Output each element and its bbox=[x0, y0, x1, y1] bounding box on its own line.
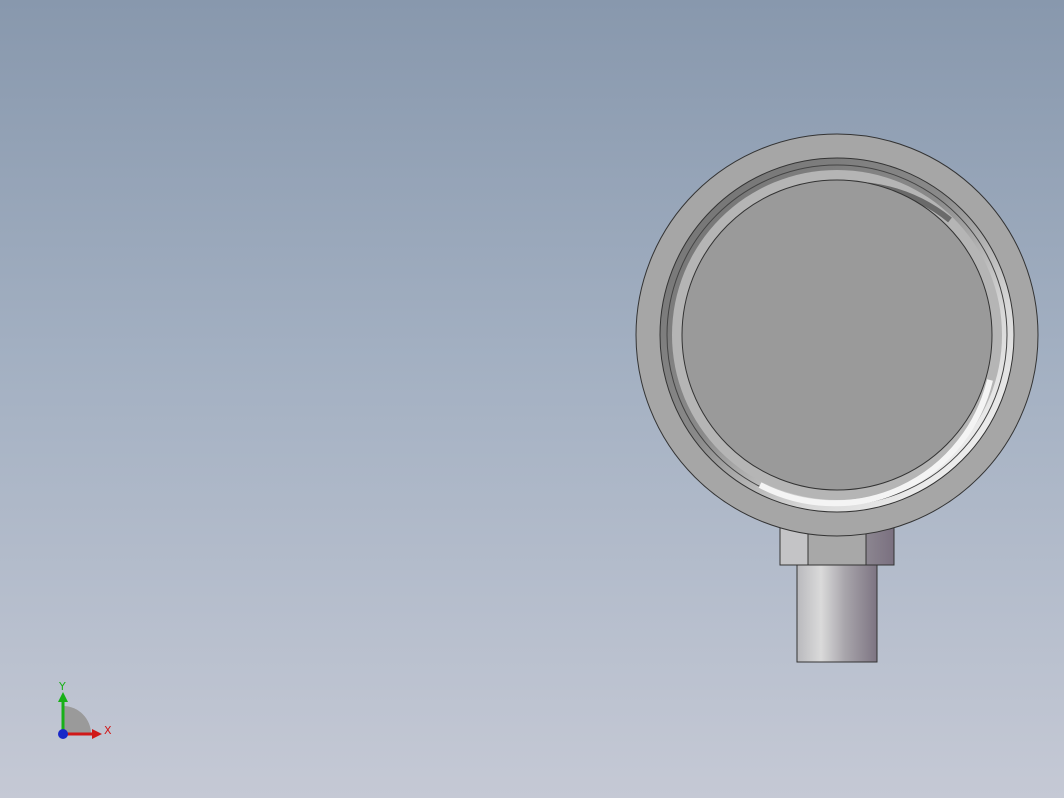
x-arrowhead-icon bbox=[92, 729, 102, 739]
stem[interactable] bbox=[796, 564, 878, 663]
gauge-model[interactable] bbox=[0, 0, 1064, 798]
x-axis-label: X bbox=[104, 724, 112, 737]
gauge-face[interactable] bbox=[681, 179, 993, 491]
z-axis-dot-icon bbox=[58, 729, 68, 739]
coordinate-triad: Y X bbox=[58, 680, 112, 739]
y-arrowhead-icon bbox=[58, 692, 68, 702]
graphics-viewport[interactable]: Y X bbox=[0, 0, 1064, 798]
y-axis-label: Y bbox=[58, 680, 66, 693]
triad-plane-icon bbox=[63, 706, 91, 734]
